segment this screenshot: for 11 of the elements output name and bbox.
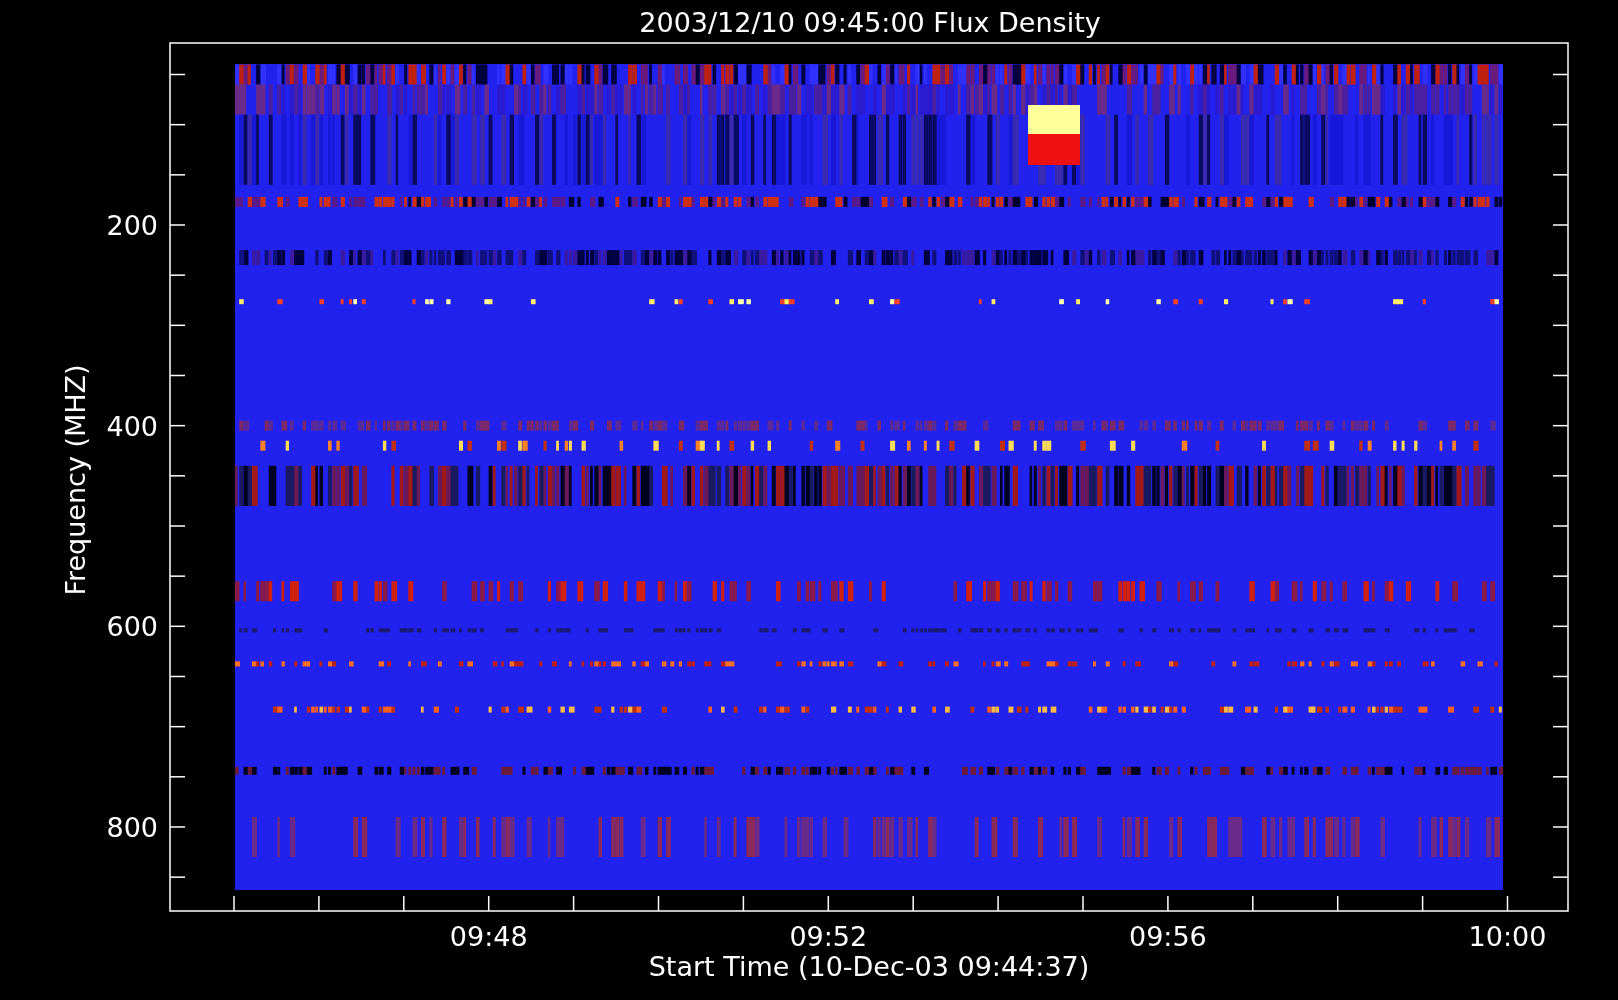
x-tick-label: 09:48 [449,921,528,952]
y-tick-label: 600 [106,611,158,643]
y-tick-label: 800 [106,812,158,843]
y-axis-label: Frequency (MHZ) [60,364,91,596]
x-tick-label: 10:00 [1468,921,1547,952]
y-tick-label: 400 [106,410,158,442]
x-tick-label: 09:56 [1129,921,1207,952]
x-tick-label: 09:52 [789,921,868,952]
y-tick-label: 200 [106,210,158,241]
x-axis-label: Start Time (10-Dec-03 09:44:37) [648,951,1090,982]
chart-title: 2003/12/10 09:45:00 Flux Density [639,7,1101,38]
